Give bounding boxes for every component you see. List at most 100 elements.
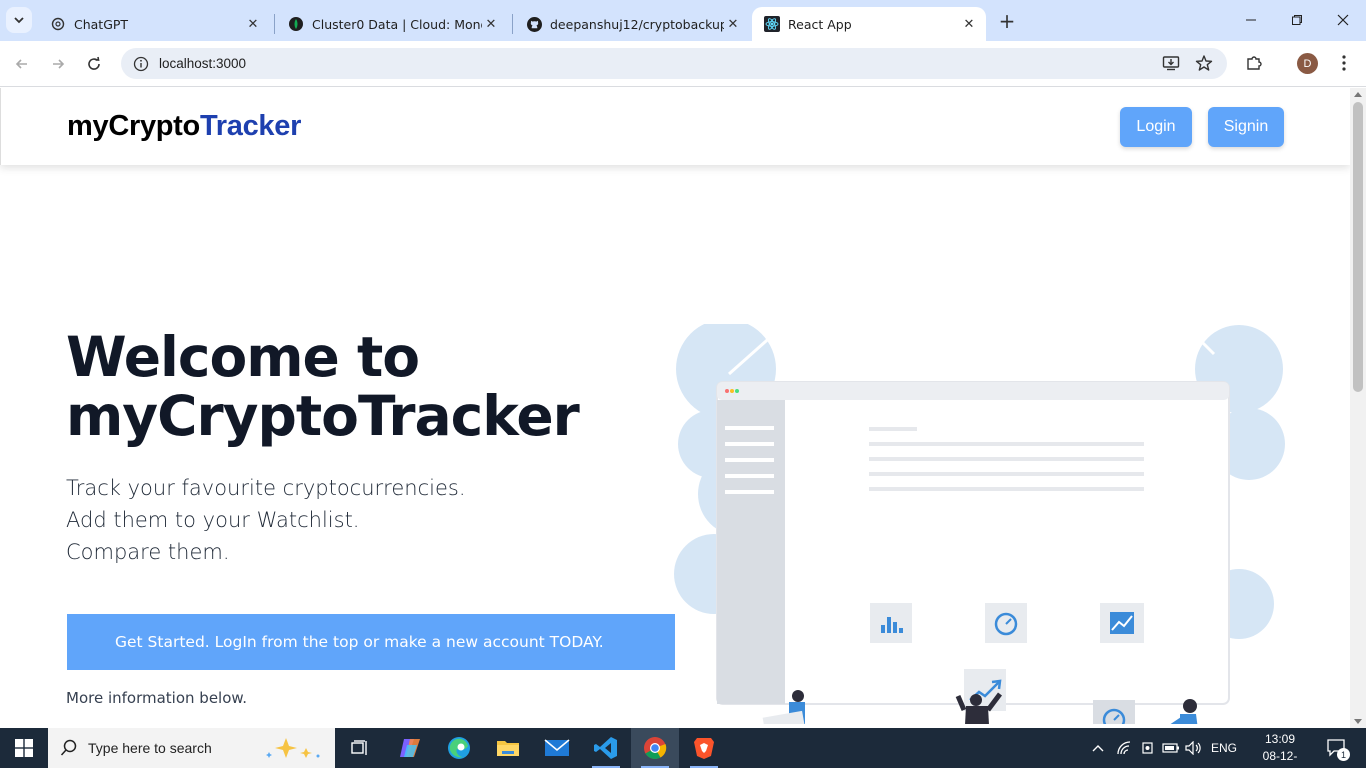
close-tab-icon[interactable]: ✕ [244, 15, 262, 33]
browser-tab-strip: ChatGPT ✕ Cluster0 Data | Cloud: MongoDB… [0, 0, 1366, 41]
site-header: myCryptoTracker Login Signin [0, 88, 1350, 165]
search-icon [60, 739, 77, 756]
hero-title: Welcome to myCryptoTracker [66, 325, 580, 446]
reload-button[interactable] [81, 51, 107, 77]
taskbar-vscode[interactable] [582, 728, 630, 768]
task-view-icon [351, 740, 367, 755]
more-info-text: More information below. [66, 689, 248, 707]
mongodb-leaf-icon [288, 16, 304, 32]
logo-primary: myCrypto [67, 110, 200, 142]
dashboard-window [716, 381, 1230, 705]
tab-search-button[interactable] [6, 7, 32, 33]
battery-icon [1162, 743, 1179, 753]
taskbar-search-box[interactable]: Type here to search [48, 728, 335, 768]
mail-icon [544, 739, 570, 756]
browser-menu-button[interactable] [1333, 52, 1355, 74]
profile-avatar[interactable]: D [1297, 53, 1318, 74]
plus-icon: + [998, 9, 1016, 33]
site-info-icon[interactable] [133, 56, 149, 72]
input-language[interactable]: ENG [1208, 728, 1240, 768]
star-icon [1195, 55, 1213, 71]
logo-accent: Tracker [199, 110, 302, 142]
vscode-icon [594, 737, 617, 759]
bookmark-button[interactable] [1193, 52, 1215, 74]
tab-title: Cluster0 Data | Cloud: MongoDB [312, 16, 482, 32]
tab-title: React App [788, 16, 852, 32]
minimize-button[interactable] [1239, 8, 1263, 32]
restore-button[interactable] [1285, 8, 1309, 32]
site-logo[interactable]: myCryptoTracker [67, 110, 301, 143]
tab-title: ChatGPT [74, 16, 129, 32]
meet-now-status[interactable] [1138, 728, 1158, 768]
puzzle-icon [1247, 56, 1262, 70]
tab-mongodb[interactable]: Cluster0 Data | Cloud: MongoDB ✕ [276, 7, 508, 41]
network-status[interactable] [1114, 728, 1134, 768]
scrollbar-thumb[interactable] [1353, 102, 1363, 392]
volume-control[interactable] [1184, 728, 1204, 768]
edge-icon [448, 737, 470, 759]
notification-center-button[interactable]: 1 [1320, 728, 1354, 768]
reload-icon [88, 56, 100, 70]
person-with-trend-chart [955, 669, 1006, 724]
taskbar-edge[interactable] [435, 728, 483, 768]
tab-github[interactable]: deepanshuj12/cryptobackup ✕ [514, 7, 750, 41]
subtitle-line: Track your favourite cryptocurrencies. [66, 476, 466, 500]
arrow-right-icon [53, 59, 65, 69]
clock-date: 08-12-2024 [1262, 749, 1298, 768]
folder-icon [497, 741, 519, 756]
windows-logo-icon [15, 739, 33, 757]
close-tab-icon[interactable]: ✕ [960, 15, 978, 33]
notification-count-badge: 1 [1337, 748, 1350, 761]
device-icon [1142, 742, 1153, 754]
hero-title-line: Welcome to [66, 325, 420, 389]
close-window-button[interactable] [1331, 8, 1355, 32]
taskbar-mail[interactable] [533, 728, 581, 768]
taskbar-file-explorer[interactable] [484, 728, 532, 768]
close-tab-icon[interactable]: ✕ [724, 15, 742, 33]
sparkle-icon [266, 738, 320, 758]
windows-taskbar: Type here to search ENG 13:09 08-12- 1 [0, 728, 1366, 768]
tab-title: deepanshuj12/cryptobackup [550, 16, 724, 32]
extensions-button[interactable] [1243, 52, 1265, 74]
show-hidden-icons-button[interactable] [1088, 728, 1108, 768]
chevron-up-icon [1092, 745, 1104, 752]
forward-button[interactable] [45, 51, 71, 77]
scroll-up-arrow-icon[interactable] [1354, 92, 1362, 97]
task-view-button[interactable] [336, 728, 384, 768]
battery-status[interactable] [1160, 728, 1182, 768]
line-chart-icon [1110, 612, 1134, 634]
page-scrollbar[interactable] [1350, 88, 1366, 728]
start-button[interactable] [0, 728, 48, 768]
taskbar-clock[interactable]: 13:09 08-12-2024 [1250, 731, 1310, 768]
react-icon [764, 16, 780, 32]
subtitle-line: Compare them. [66, 540, 230, 564]
close-tab-icon[interactable]: ✕ [482, 15, 500, 33]
tab-separator [512, 14, 513, 34]
new-tab-button[interactable]: + [996, 9, 1018, 33]
hero-illustration [674, 324, 1285, 724]
tab-react-app[interactable]: React App ✕ [752, 7, 986, 41]
clock-time: 13:09 [1264, 732, 1296, 746]
chatgpt-icon [50, 16, 66, 32]
taskbar-brave[interactable] [680, 728, 728, 768]
login-button[interactable]: Login [1120, 107, 1192, 147]
copilot-icon [400, 739, 420, 757]
restore-icon [1292, 15, 1302, 25]
address-bar[interactable]: localhost:3000 [121, 48, 1227, 79]
minimize-icon [1246, 19, 1256, 21]
signin-button[interactable]: Signin [1208, 107, 1284, 147]
chrome-icon [644, 737, 667, 759]
back-button[interactable] [9, 51, 35, 77]
taskbar-copilot[interactable] [386, 728, 434, 768]
scroll-down-arrow-icon[interactable] [1354, 719, 1362, 724]
get-started-button[interactable]: Get Started. LogIn from the top or make … [67, 614, 675, 670]
hero-subtitle: Track your favourite cryptocurrencies. A… [66, 472, 466, 568]
brave-icon [694, 738, 714, 759]
close-icon [1337, 14, 1349, 26]
tab-chatgpt[interactable]: ChatGPT ✕ [38, 7, 270, 41]
taskbar-chrome[interactable] [631, 728, 679, 768]
url-text: localhost:3000 [159, 56, 247, 71]
github-icon [526, 16, 542, 32]
install-app-button[interactable] [1160, 52, 1182, 74]
install-icon [1162, 56, 1180, 71]
